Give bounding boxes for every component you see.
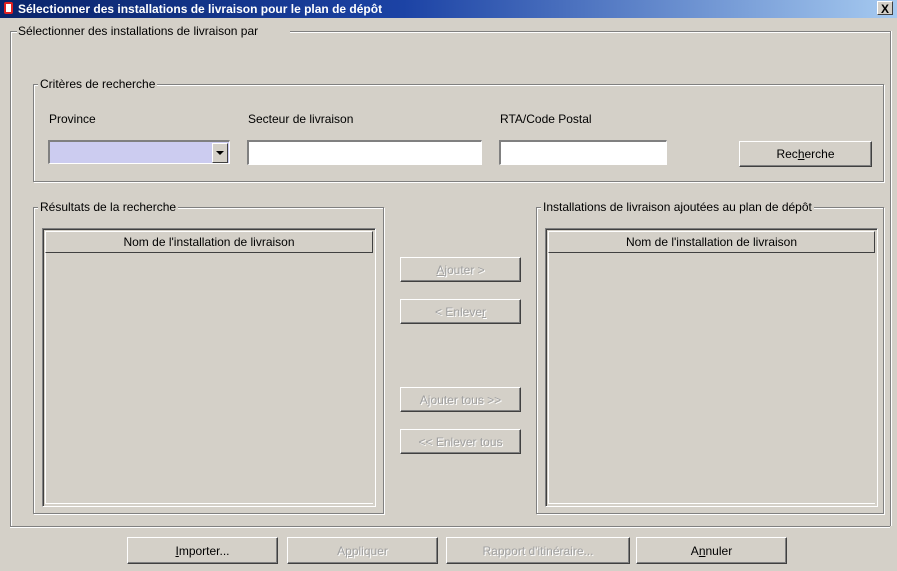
remove-button[interactable]: < Enleve r: [400, 299, 521, 324]
criteria-group-label: Critères de recherche: [38, 77, 158, 91]
added-group-label: Installations de livraison ajoutées au p…: [541, 200, 814, 214]
import-button[interactable]: Importer...: [127, 537, 278, 564]
sector-label: Secteur de livraison: [248, 112, 354, 126]
added-column-header[interactable]: Nom de l'installation de livraison: [548, 231, 875, 253]
results-list[interactable]: Nom de l'installation de livraison: [42, 228, 376, 507]
added-list-body[interactable]: [548, 253, 875, 504]
window-title: Sélectionner des installations de livrai…: [18, 2, 383, 16]
results-list-body[interactable]: [45, 253, 373, 504]
add-all-button[interactable]: Ajouter tous >>: [400, 387, 521, 412]
outer-group-left-edge: [10, 31, 17, 527]
results-column-header[interactable]: Nom de l'installation de livraison: [45, 231, 373, 253]
chevron-down-icon[interactable]: [212, 143, 228, 163]
province-label: Province: [49, 112, 96, 126]
apply-button[interactable]: Ap pliquer: [287, 537, 438, 564]
rta-label: RTA/Code Postal: [500, 112, 592, 126]
search-button[interactable]: Rec h erche: [739, 141, 872, 167]
rta-postal-code-input[interactable]: [499, 140, 667, 165]
remove-all-button[interactable]: << Enlever tous: [400, 429, 521, 454]
added-list[interactable]: Nom de l'installation de livraison: [545, 228, 878, 507]
results-group-label: Résultats de la recherche: [38, 200, 179, 214]
sector-input[interactable]: [247, 140, 482, 165]
add-button[interactable]: Ajouter >: [400, 257, 521, 282]
route-report-button[interactable]: Rapport d'itinéraire...: [446, 537, 630, 564]
app-icon: [4, 2, 13, 14]
outer-group-right-edge: [890, 31, 892, 526]
criteria-groupbox: Critères de recherche: [33, 77, 884, 182]
footer-separator: [10, 526, 890, 528]
province-select[interactable]: [48, 140, 230, 164]
title-bar: Sélectionner des installations de livrai…: [0, 0, 897, 18]
outer-group-line: [290, 31, 892, 33]
outer-group-label: Sélectionner des installations de livrai…: [18, 24, 259, 38]
close-button[interactable]: X: [877, 1, 893, 16]
cancel-button[interactable]: An nuler: [636, 537, 787, 564]
